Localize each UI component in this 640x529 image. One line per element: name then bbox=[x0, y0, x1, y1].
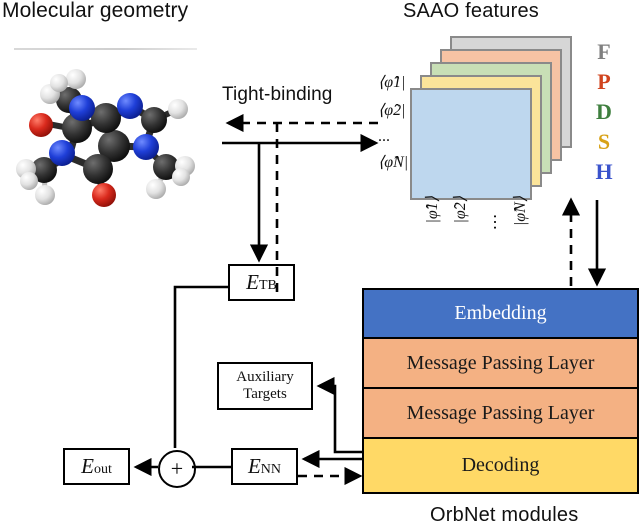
bra-label-n: ⟨φ̂N| bbox=[378, 154, 409, 171]
orbnet-module-stack: Embedding Message Passing Layer Message … bbox=[362, 288, 639, 494]
page-title-molecular-geometry: Molecular geometry bbox=[2, 0, 189, 22]
module-decoding-label: Decoding bbox=[461, 454, 540, 476]
auxiliary-targets-box: Auxiliary Targets bbox=[217, 362, 313, 410]
module-embedding: Embedding bbox=[364, 290, 637, 339]
summation-node: + bbox=[158, 450, 196, 488]
shell-letter-f: F bbox=[597, 39, 611, 64]
module-message-passing-2-label: Message Passing Layer bbox=[406, 401, 595, 424]
saao-sheet-h bbox=[410, 88, 532, 200]
bra-label-1: ⟨φ̂1| bbox=[378, 74, 406, 91]
molecular-geometry-panel bbox=[14, 48, 217, 215]
bra-label-2: ⟨φ̂2| bbox=[378, 102, 406, 119]
auxiliary-targets-label: Auxiliary Targets bbox=[236, 369, 294, 402]
module-decoding: Decoding bbox=[364, 439, 637, 492]
arrow-decoding-to-auxiliary-targets bbox=[316, 376, 362, 454]
module-embedding-label: Embedding bbox=[454, 302, 547, 324]
shell-letter-p: P bbox=[597, 69, 611, 94]
saao-feature-matrix-stack bbox=[410, 36, 590, 201]
saao-bra-label-group: ⟨φ̂1| ⟨φ̂2| ... ⟨φ̂N| bbox=[378, 72, 414, 192]
saao-shell-letter-group: F P D S H bbox=[591, 41, 621, 191]
energy-box-neural-network: ENN bbox=[231, 448, 298, 485]
module-message-passing-1-label: Message Passing Layer bbox=[406, 351, 595, 374]
e-tb-label: ETB bbox=[246, 269, 277, 294]
page-title-saao-features: SAAO features bbox=[403, 0, 539, 22]
ket-label-ellipsis: ⋯ bbox=[485, 213, 505, 231]
shell-letter-d: D bbox=[596, 99, 612, 124]
module-message-passing-2: Message Passing Layer bbox=[364, 389, 637, 439]
panel-divider bbox=[14, 48, 197, 50]
ket-label-n: |φ̂N⟩ bbox=[512, 196, 529, 227]
energy-box-tight-binding: ETB bbox=[228, 264, 295, 301]
ket-label-1: |φ̂1⟩ bbox=[424, 196, 441, 224]
energy-box-output: Eout bbox=[63, 448, 130, 485]
e-nn-label: ENN bbox=[247, 453, 282, 478]
ket-label-2: |φ̂2⟩ bbox=[452, 196, 469, 224]
shell-letter-s: S bbox=[597, 129, 611, 154]
e-out-label: Eout bbox=[81, 453, 112, 478]
label-tight-binding: Tight-binding bbox=[222, 84, 333, 105]
saao-ket-label-group: |φ̂1⟩ |φ̂2⟩ ⋯ |φ̂N⟩ bbox=[412, 196, 532, 248]
page-title-orbnet-modules: OrbNet modules bbox=[430, 504, 579, 526]
caffeine-molecule-image bbox=[16, 69, 195, 207]
shell-letter-h: H bbox=[595, 159, 613, 184]
module-message-passing-1: Message Passing Layer bbox=[364, 339, 637, 389]
bra-label-ellipsis: ... bbox=[378, 128, 390, 145]
